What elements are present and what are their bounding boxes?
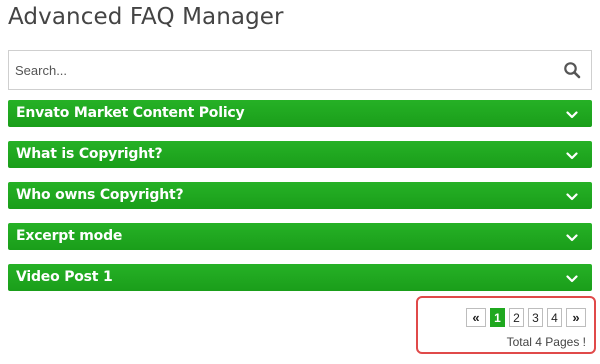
page-button-2[interactable]: 2	[509, 308, 524, 327]
faq-item-title: Video Post 1	[16, 269, 113, 285]
pagination-total: Total 4 Pages !	[506, 335, 586, 349]
faq-item[interactable]: What is Copyright?	[8, 141, 592, 168]
faq-item[interactable]: Who owns Copyright?	[8, 182, 592, 209]
page-button-3[interactable]: 3	[528, 308, 543, 327]
chevron-down-icon	[566, 230, 578, 242]
search-input[interactable]	[9, 51, 555, 89]
faq-item-title: Who owns Copyright?	[16, 187, 184, 203]
faq-item-title: Excerpt mode	[16, 228, 123, 244]
faq-list: Envato Market Content Policy What is Cop…	[8, 100, 592, 305]
pagination: « 1 2 3 4 »	[466, 308, 586, 327]
search-icon[interactable]	[563, 61, 581, 79]
prev-page-button[interactable]: «	[466, 308, 486, 327]
chevron-down-icon	[566, 148, 578, 160]
page-button-1[interactable]: 1	[490, 308, 505, 327]
next-page-button[interactable]: »	[566, 308, 586, 327]
faq-item[interactable]: Video Post 1	[8, 264, 592, 291]
page-title: Advanced FAQ Manager	[8, 4, 284, 30]
chevron-down-icon	[566, 271, 578, 283]
faq-item[interactable]: Excerpt mode	[8, 223, 592, 250]
search-box	[8, 50, 592, 90]
faq-item-title: Envato Market Content Policy	[16, 105, 245, 121]
faq-item[interactable]: Envato Market Content Policy	[8, 100, 592, 127]
pagination-highlight: « 1 2 3 4 » Total 4 Pages !	[416, 296, 596, 354]
faq-item-title: What is Copyright?	[16, 146, 163, 162]
chevron-down-icon	[566, 107, 578, 119]
page-button-4[interactable]: 4	[547, 308, 562, 327]
chevron-down-icon	[566, 189, 578, 201]
